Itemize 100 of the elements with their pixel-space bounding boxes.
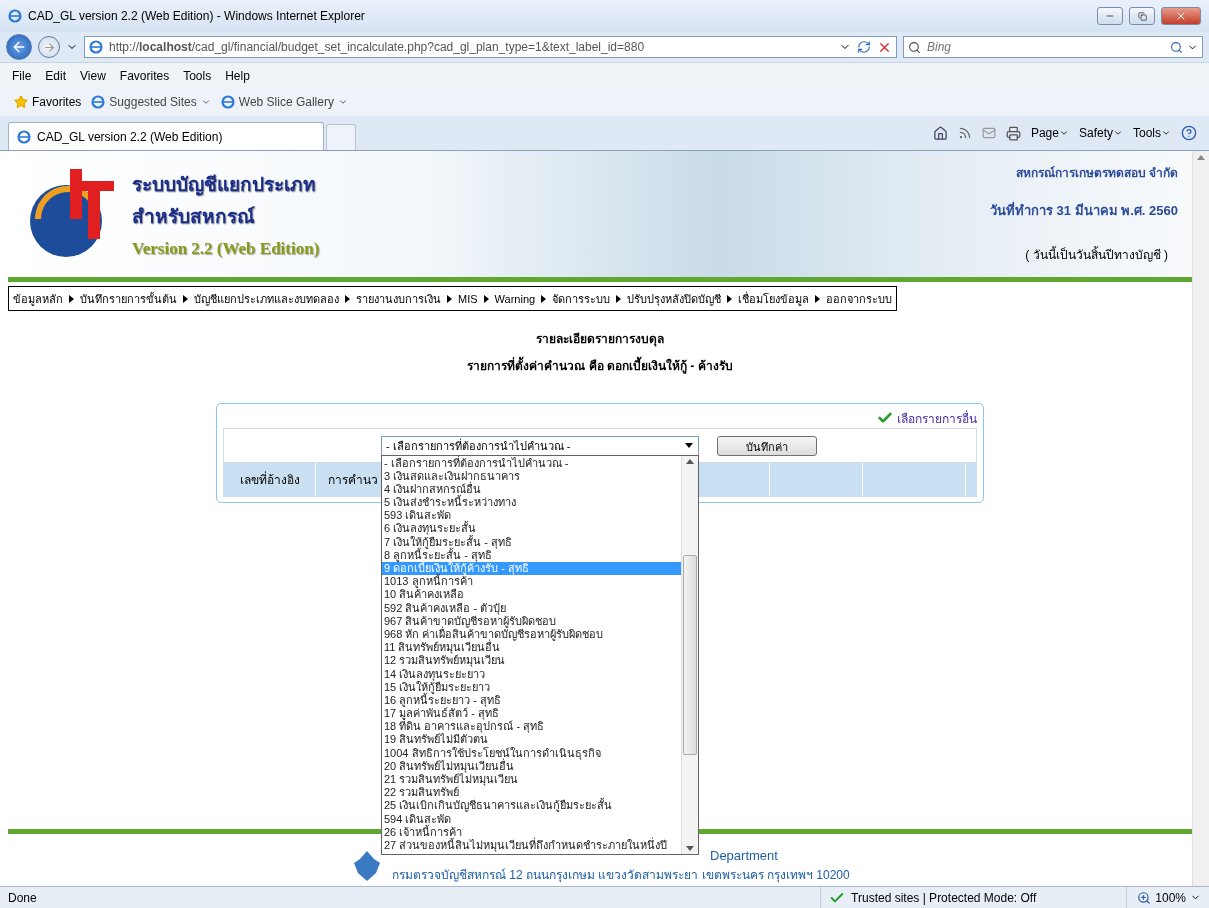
dropdown-option[interactable]: 1004 สิทธิการใช้ประโยชน์ในการดำเนินธุรกิจ (382, 746, 681, 760)
home-icon[interactable] (932, 125, 948, 141)
version-text: Version 2.2 (Web Edition) (132, 239, 320, 259)
menu-item[interactable]: View (80, 68, 106, 83)
dropdown-option[interactable]: 10 สินค้าคงเหลือ (382, 588, 681, 602)
dropdown-option[interactable]: 12 รวมสินทรัพย์หมุนเวียน (382, 654, 681, 668)
command-menu[interactable]: Tools (1133, 126, 1171, 140)
browser-tab[interactable]: CAD_GL version 2.2 (Web Edition) (8, 122, 324, 150)
menu-item[interactable]: Help (225, 68, 250, 83)
command-menu[interactable]: Safety (1078, 126, 1123, 140)
url-text: http://localhost/cad_gl/financial/budget_set_incalculate.php?cad_gl_plan_type=1&text_label_id=880 (109, 40, 645, 54)
dropdown-option[interactable]: 16 ลูกหนี้ระยะยาว - สุทธิ (382, 693, 681, 708)
dropdown-option[interactable]: 3 เงินสดและเงินฝากธนาคาร (382, 469, 681, 483)
emblem-icon (352, 849, 382, 883)
dropdown-option[interactable]: 592 สินค้าคงเหลือ - ตัวปุ๋ย (382, 601, 681, 615)
security-zone: Trusted sites | Protected Mode: Off (851, 890, 1037, 905)
menu-item[interactable]: Favorites (119, 68, 170, 83)
arrow-icon (727, 294, 733, 303)
scroll-up-icon[interactable] (1197, 155, 1205, 160)
feed-icon[interactable] (957, 126, 972, 140)
caret-icon (1113, 128, 1123, 138)
item-select[interactable]: - เลือกรายการที่ต้องการนำไปคำนวณ - (381, 435, 699, 456)
year-end-note: ( วันนี้เป็นวันสิ้นปีทางบัญชี ) (1025, 245, 1169, 264)
dropdown-option[interactable]: 967 สินค้าขาดบัญชีรอหาผู้รับผิดชอบ (382, 614, 681, 628)
favorites-item[interactable]: Suggested Sites (91, 95, 211, 109)
nav-item[interactable]: ออกจากระบบ (826, 289, 893, 308)
status-text: Done (8, 890, 38, 905)
arrow-icon (183, 294, 188, 303)
zoom-icon[interactable] (1137, 890, 1152, 905)
search-icon (908, 40, 921, 54)
list-scrollbar[interactable] (681, 455, 698, 854)
nav-item[interactable]: Warning (494, 292, 536, 305)
dropdown-option[interactable]: 15 เงินให้กู้ยืมระยะยาว (382, 680, 681, 694)
arrow-icon (447, 294, 452, 303)
dropdown-option[interactable]: 7 เงินให้กู้ยืมระยะสั้น - สุทธิ (382, 535, 681, 549)
zoom-level[interactable]: 100% (1155, 890, 1186, 905)
caret-icon (337, 97, 348, 107)
menu-item[interactable]: Edit (45, 68, 67, 83)
nav-item[interactable]: MIS (458, 292, 478, 305)
nav-item[interactable]: บันทึกรายการขั้นต้น (80, 289, 177, 308)
nav-item[interactable]: ข้อมูลหลัก (13, 289, 63, 308)
forward-arrow-icon (42, 40, 56, 54)
refresh-icon[interactable] (857, 40, 871, 54)
system-title: ระบบบัญชีแยกประเภท (132, 173, 317, 198)
dropdown-option[interactable]: 14 เงินลงทุนระยะยาว (382, 667, 681, 681)
menu-item[interactable]: File (12, 68, 32, 83)
nav-item[interactable]: ปรับปรุงหลังปิดบัญชี (627, 289, 722, 308)
close-button[interactable] (1161, 7, 1201, 25)
dropdown-option[interactable]: 20 สินทรัพย์ไม่หมุนเวียนอื่น (382, 759, 681, 773)
caret-icon (200, 97, 211, 107)
dropdown-option[interactable]: 6 เงินลงทุนระยะสั้น (382, 522, 681, 536)
dropdown-option[interactable]: 11 สินทรัพย์หมุนเวียนอื่น (382, 641, 681, 655)
system-title: สำหรับสหกรณ์ (132, 205, 256, 229)
other-item-link[interactable]: เลือกรายการอื่น (897, 408, 977, 428)
nav-item[interactable]: บัญชีแยกประเภทและงบทดลอง (194, 289, 339, 308)
dropdown-option[interactable]: 21 รวมสินทรัพย์ไม่หมุนเวียน (382, 773, 681, 787)
favorites-item[interactable]: Favorites (14, 95, 82, 109)
nav-item[interactable]: เชื่อมโยงข้อมูล (738, 289, 810, 308)
address-field[interactable]: http://localhost/cad_gl/financial/budget_set_incalculate.php?cad_gl_plan_type=1&text_label_id=880 (84, 36, 897, 58)
organization-name: สหกรณ์การเกษตรทดสอบ จำกัด (1015, 165, 1178, 182)
scroll-thumb[interactable] (683, 554, 697, 755)
caret-icon (685, 443, 693, 448)
save-button[interactable]: บันทึกค่า (717, 435, 817, 456)
forward-button[interactable] (38, 36, 60, 58)
mail-icon[interactable] (981, 126, 996, 140)
browser-icon (89, 40, 103, 54)
nav-item[interactable]: จัดการระบบ (552, 289, 611, 308)
dropdown-option[interactable]: 5 เงินส่งชำระหนี้ระหว่างทาง (382, 496, 681, 510)
dropdown-option[interactable]: 1013 ลูกหนี้การค้า (382, 575, 681, 589)
dropdown-option[interactable]: 17 มูลค่าพันธ์สัตว์ - สุทธิ (382, 707, 681, 721)
page-scrollbar[interactable] (1192, 151, 1209, 886)
browser-icon (220, 95, 235, 109)
page-subheading: รายการที่ตั้งค่าคำนวณ คือ ดอกเบี้ยเงินให้กู้ - ค้างรับ (467, 356, 733, 375)
caret-icon (1058, 128, 1069, 138)
scroll-down-icon[interactable] (686, 845, 694, 851)
menu-item[interactable]: Tools (183, 68, 212, 83)
dropdown-option[interactable]: 968 หัก ค่าเผื่อสินค้าขาดบัญชีรอหาผู้รับผิดชอบ (382, 627, 681, 642)
dropdown-option[interactable]: - เลือกรายการที่ต้องการนำไปคำนวณ - (382, 456, 681, 470)
dropdown-option[interactable]: 594 เดินสะพัด (382, 812, 681, 826)
page-heading: รายละเอียดรายการงบดุล (536, 331, 664, 348)
command-menu[interactable]: Page (1030, 126, 1069, 140)
window-title: CAD_GL version 2.2 (Web Edition) - Windows Internet Explorer (28, 9, 366, 23)
dropdown-option[interactable]: 18 ที่ดิน อาคารและอุปกรณ์ - สุทธิ (382, 720, 681, 734)
dropdown-option[interactable]: 25 เงินเบิกเกินบัญชีธนาคารและเงินกู้ยืมระยะสั้น (382, 799, 681, 813)
restore-button[interactable] (1129, 7, 1155, 25)
minimize-button[interactable] (1097, 7, 1123, 25)
back-button[interactable] (6, 34, 32, 60)
favorites-item[interactable]: Web Slice Gallery (220, 95, 348, 109)
dropdown-option[interactable]: 19 สินทรัพย์ไม่มีตัวตน (382, 733, 681, 747)
check-icon (877, 410, 893, 426)
search-icon[interactable] (1170, 40, 1183, 54)
search-field[interactable]: Bing (903, 36, 1203, 58)
dropdown-option[interactable]: 8 ลูกหนี้ระยะสั้น - สุทธิ (382, 548, 681, 562)
restore-icon (1137, 11, 1147, 21)
printer-icon[interactable] (1005, 125, 1021, 141)
arrow-icon (616, 294, 622, 303)
dropdown-option[interactable]: 27 ส่วนของหนี้สินไม่หมุนเวียนที่ถึงกำหนดชำระภายในหนึ่งปี (382, 838, 681, 853)
arrow-icon (69, 294, 74, 303)
nav-item[interactable]: รายงานงบการเงิน (356, 289, 441, 308)
help-icon[interactable] (1181, 125, 1197, 141)
